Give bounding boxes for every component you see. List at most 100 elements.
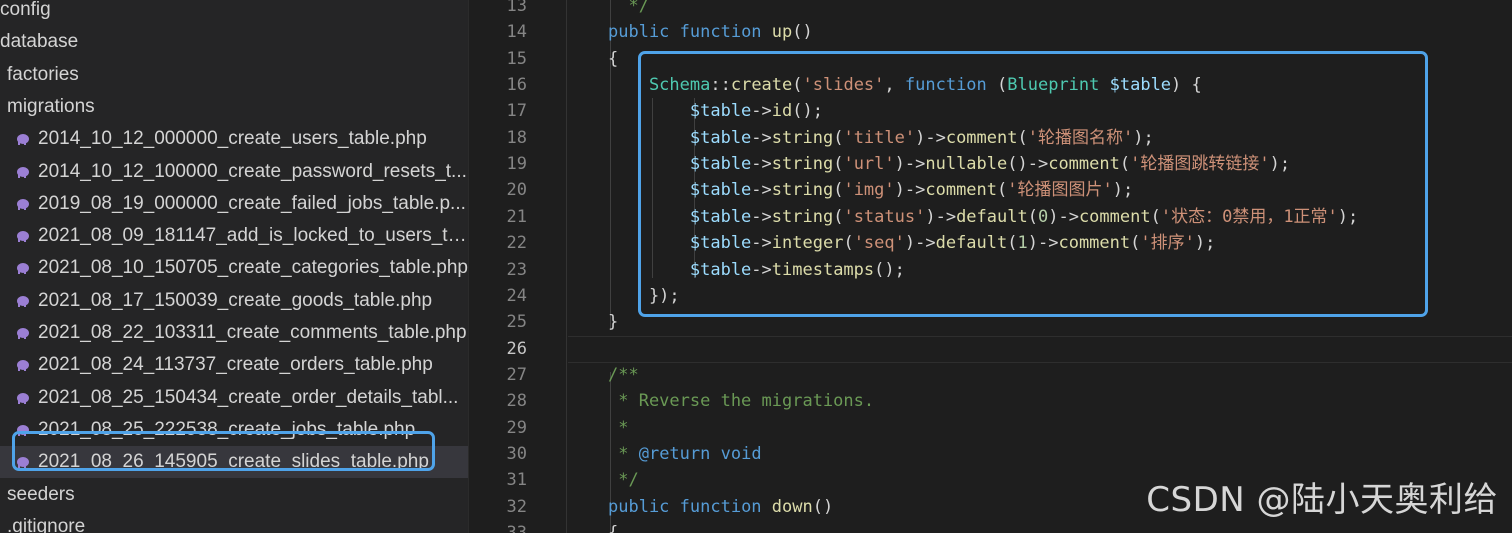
line-number: 20	[506, 180, 527, 201]
code-token: (	[833, 206, 844, 227]
code-line[interactable]: $table->integer('seq')->default(1)->comm…	[608, 230, 1215, 256]
file-tree-item-php[interactable]: 2021_08_26_145905_create_slides_table.ph…	[0, 446, 468, 479]
file-tree-item[interactable]: .gitignore	[0, 511, 468, 533]
code-token: *	[608, 417, 629, 438]
code-token: 'seq'	[853, 233, 905, 254]
code-token: 1	[1017, 233, 1028, 254]
code-token: ->	[751, 154, 772, 175]
code-token: create	[730, 75, 793, 96]
code-token: timestamps	[771, 259, 875, 280]
code-token: id	[771, 101, 793, 122]
code-token: (	[1150, 206, 1161, 227]
code-token: function	[679, 22, 772, 43]
php-elephant-icon	[17, 198, 29, 210]
code-token: '排序'	[1140, 233, 1195, 254]
code-token: up	[771, 22, 793, 43]
csdn-watermark: CSDN @陆小天奥利给	[1146, 480, 1498, 520]
code-line[interactable]: $table->string('url')->nullable()->comme…	[608, 151, 1290, 177]
code-line[interactable]: $table->timestamps();	[608, 257, 905, 283]
code-token: ->	[751, 206, 772, 227]
folder-tree-item[interactable]: config	[0, 0, 468, 26]
code-line[interactable]: public function up()	[608, 19, 813, 45]
file-tree-item-php[interactable]: 2021_08_17_150039_create_goods_table.php	[0, 285, 468, 317]
code-token: ::	[710, 75, 731, 96]
code-token: ,	[884, 75, 905, 96]
line-number: 17	[506, 101, 527, 122]
code-token: $table	[608, 233, 752, 254]
file-tree-item-php[interactable]: 2014_10_12_100000_create_password_resets…	[0, 156, 468, 188]
code-token: )->	[894, 154, 926, 175]
folder-tree-item[interactable]: factories	[0, 59, 468, 91]
code-line[interactable]: /**	[608, 362, 639, 388]
code-token: )->	[1027, 233, 1059, 254]
code-token: 'img'	[843, 180, 895, 201]
tree-item-label: 2019_08_19_000000_create_failed_jobs_tab…	[38, 192, 466, 214]
folder-tree-item[interactable]: migrations	[0, 91, 468, 123]
line-number: 29	[506, 417, 527, 438]
code-token: (	[1130, 233, 1141, 254]
code-line[interactable]: * Reverse the migrations.	[608, 388, 874, 414]
code-line[interactable]: */	[608, 0, 648, 19]
code-editor[interactable]: 13 14 15 16 17 18 19 20 21 22 23 24 25 26 27 28 29 30 31 32…	[470, 0, 1512, 533]
code-line[interactable]: */	[608, 467, 638, 493]
code-token: (	[833, 154, 844, 175]
folder-tree-item[interactable]: seeders	[0, 479, 468, 511]
code-token: 'slides'	[802, 75, 885, 96]
code-line[interactable]: $table->string('img')->comment('轮播图图片');	[608, 177, 1133, 203]
tree-item-label: migrations	[7, 95, 95, 117]
code-token: public	[608, 22, 680, 43]
file-tree-item-php[interactable]: 2021_08_25_222538_create_jobs_table.php	[0, 414, 468, 446]
code-token: string	[771, 127, 834, 148]
code-token: '轮播图图片'	[1007, 180, 1113, 201]
code-token: function	[679, 496, 772, 517]
file-tree-item-php[interactable]: 2021_08_22_103311_create_comments_table.…	[0, 317, 468, 349]
code-token: );	[1133, 127, 1154, 148]
code-token: /**	[608, 364, 639, 385]
code-token: (	[843, 233, 854, 254]
code-token: $table	[608, 127, 752, 148]
tree-item-label: seeders	[7, 483, 75, 505]
line-number: 14	[506, 22, 527, 43]
code-token: default	[935, 233, 1008, 254]
line-number: 22	[506, 233, 527, 254]
file-tree-item-php[interactable]: 2019_08_19_000000_create_failed_jobs_tab…	[0, 188, 468, 220]
code-token: (	[1017, 127, 1028, 148]
code-token: )->	[894, 180, 926, 201]
code-token: );	[1337, 206, 1359, 227]
current-line-highlight	[568, 336, 1512, 363]
folder-tree-item[interactable]: database	[0, 26, 468, 58]
code-line[interactable]: * @return void	[608, 441, 761, 467]
code-token: comment	[925, 180, 998, 201]
line-number: 23	[506, 259, 527, 280]
php-elephant-icon	[17, 295, 29, 307]
code-token: (	[997, 75, 1008, 96]
code-token: comment	[1078, 206, 1151, 227]
file-tree-item-php[interactable]: 2021_08_10_150705_create_categories_tabl…	[0, 252, 468, 284]
code-token: );	[1112, 180, 1134, 201]
php-elephant-icon	[17, 360, 29, 372]
code-line[interactable]: });	[608, 283, 680, 309]
code-token: ) {	[1171, 75, 1202, 96]
code-token: down	[771, 496, 813, 517]
code-token: * Reverse the migrations.	[608, 391, 875, 412]
code-line[interactable]: $table->id();	[608, 98, 823, 124]
file-tree-item-php[interactable]: 2021_08_24_113737_create_orders_table.ph…	[0, 349, 468, 381]
code-line[interactable]: *	[608, 415, 628, 441]
tree-item-label: 2021_08_25_150434_create_order_details_t…	[38, 386, 459, 408]
code-line[interactable]: $table->string('title')->comment('轮播图名称'…	[608, 125, 1154, 151]
code-token: )->	[915, 127, 946, 148]
code-line[interactable]: {	[608, 520, 618, 533]
tree-item-label: factories	[7, 63, 79, 85]
code-line[interactable]: Schema::create('slides', function (Bluep…	[608, 72, 1202, 98]
line-number: 27	[506, 364, 527, 385]
tree-item-label: 2021_08_22_103311_create_comments_table.…	[38, 322, 467, 343]
code-line[interactable]: public function down()	[608, 494, 833, 520]
code-token: );	[1194, 233, 1216, 254]
code-line[interactable]: {	[608, 46, 618, 72]
code-line[interactable]: }	[608, 309, 618, 335]
code-token: ->	[751, 259, 772, 280]
file-tree-item-php[interactable]: 2021_08_25_150434_create_order_details_t…	[0, 382, 468, 414]
code-line[interactable]: $table->string('status')->default(0)->co…	[608, 204, 1358, 230]
file-tree-item-php[interactable]: 2021_08_09_181147_add_is_locked_to_users…	[0, 220, 468, 252]
file-tree-item-php[interactable]: 2014_10_12_000000_create_users_table.php	[0, 123, 468, 155]
